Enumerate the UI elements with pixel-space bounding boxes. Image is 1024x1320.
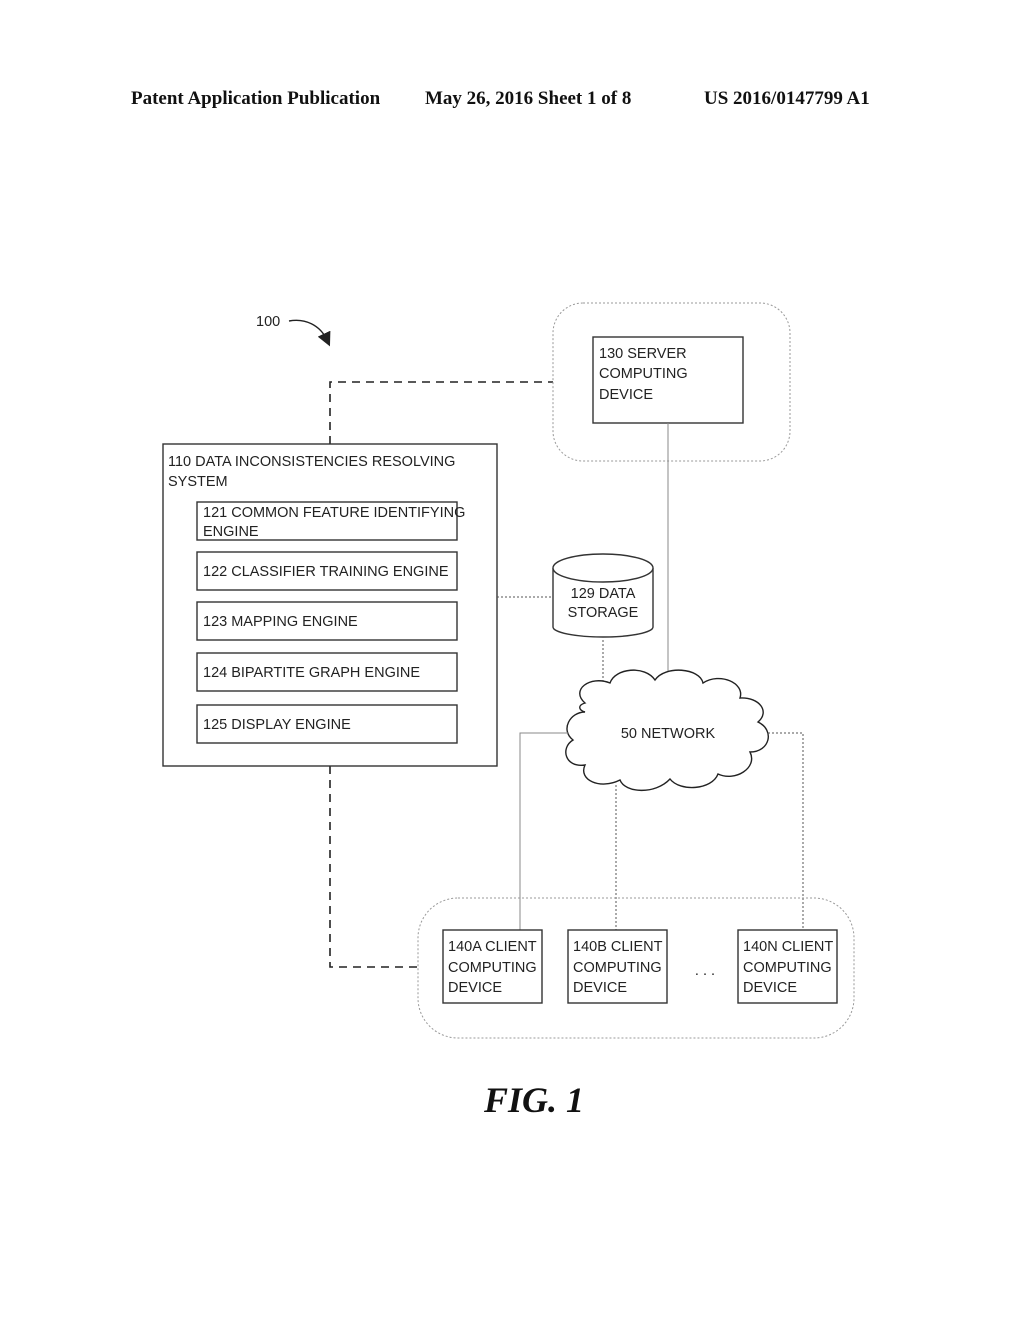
svg-text:50 NETWORK: 50 NETWORK: [621, 726, 716, 742]
ref-100-label: 100: [256, 314, 280, 330]
svg-text:DEVICE: DEVICE: [573, 980, 627, 996]
svg-text:DEVICE: DEVICE: [448, 980, 502, 996]
svg-text:125 DISPLAY ENGINE: 125 DISPLAY ENGINE: [203, 717, 351, 733]
svg-text:STORAGE: STORAGE: [568, 605, 639, 621]
data-storage-cylinder[interactable]: 129 DATA STORAGE: [552, 553, 654, 638]
svg-text:129 DATA: 129 DATA: [571, 586, 636, 602]
svg-text:SYSTEM: SYSTEM: [168, 474, 228, 490]
svg-text:DEVICE: DEVICE: [599, 387, 653, 403]
client-140a[interactable]: 140A CLIENT COMPUTING DEVICE: [442, 929, 543, 1004]
system-diagram: 100 130 SERVER COMPUTING DEVICE 110 DATA…: [162, 302, 855, 1120]
svg-text:COMPUTING: COMPUTING: [573, 960, 662, 976]
engine-123-mapping[interactable]: 123 MAPPING ENGINE: [196, 601, 458, 641]
system-clients-connector: [329, 766, 418, 968]
network-client-a-link: [519, 732, 568, 930]
data-inconsistencies-resolving-system[interactable]: 110 DATA INCONSISTENCIES RESOLVING SYSTE…: [162, 443, 498, 767]
svg-text:122 CLASSIFIER TRAINING ENGINE: 122 CLASSIFIER TRAINING ENGINE: [203, 564, 449, 580]
engine-125-display[interactable]: 125 DISPLAY ENGINE: [196, 704, 458, 744]
svg-text:DEVICE: DEVICE: [743, 980, 797, 996]
svg-text:COMPUTING: COMPUTING: [599, 366, 688, 382]
svg-text:124 BIPARTITE GRAPH ENGINE: 124 BIPARTITE GRAPH ENGINE: [203, 665, 420, 681]
svg-text:140N CLIENT: 140N CLIENT: [743, 939, 833, 955]
svg-text:110 DATA INCONSISTENCIES RESOL: 110 DATA INCONSISTENCIES RESOLVING: [168, 454, 455, 470]
network-client-n-link: [768, 732, 804, 930]
server-computing-device[interactable]: 130 SERVER COMPUTING DEVICE: [592, 336, 744, 424]
svg-text:130 SERVER: 130 SERVER: [599, 346, 687, 362]
client-140b[interactable]: 140B CLIENT COMPUTING DEVICE: [567, 929, 668, 1004]
client-140n[interactable]: 140N CLIENT COMPUTING DEVICE: [737, 929, 838, 1004]
svg-text:COMPUTING: COMPUTING: [743, 960, 832, 976]
svg-text:121 COMMON FEATURE IDENTIFYING: 121 COMMON FEATURE IDENTIFYING: [203, 505, 465, 521]
svg-text:ENGINE: ENGINE: [203, 524, 259, 540]
engine-124-bipartite-graph[interactable]: 124 BIPARTITE GRAPH ENGINE: [196, 652, 458, 692]
svg-text:COMPUTING: COMPUTING: [448, 960, 537, 976]
svg-text:140B CLIENT: 140B CLIENT: [573, 939, 663, 955]
svg-text:140A CLIENT: 140A CLIENT: [448, 939, 537, 955]
engine-122-classifier-training[interactable]: 122 CLASSIFIER TRAINING ENGINE: [196, 551, 458, 591]
ellipsis: . . .: [695, 963, 715, 979]
svg-text:123 MAPPING ENGINE: 123 MAPPING ENGINE: [203, 614, 358, 630]
network-cloud[interactable]: 50 NETWORK: [565, 669, 769, 791]
system-server-connector: [329, 381, 553, 444]
engine-121-common-feature-identifying[interactable]: 121 COMMON FEATURE IDENTIFYING ENGINE: [196, 501, 465, 541]
ref-arrow-icon: [288, 319, 331, 347]
figure-caption: FIG. 1: [483, 1080, 584, 1120]
